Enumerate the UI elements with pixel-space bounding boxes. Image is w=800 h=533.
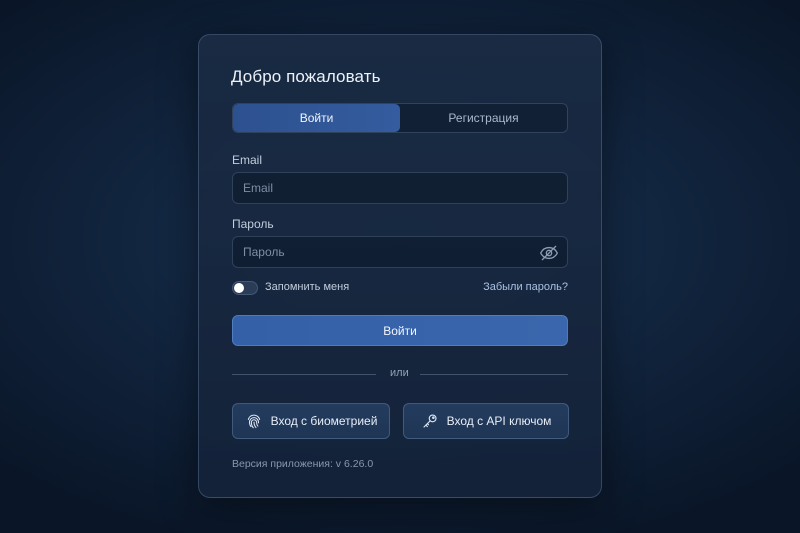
or-divider: или	[232, 367, 568, 381]
auth-tabs: Войти Регистрация	[232, 103, 568, 133]
remember-me-label: Запомнить меня	[265, 281, 350, 293]
card-title: Добро пожаловать	[231, 67, 381, 86]
divider-line-left	[232, 374, 376, 375]
forgot-password-link[interactable]: Забыли пароль?	[483, 281, 568, 293]
login-button-label: Войти	[383, 323, 417, 338]
toggle-knob	[234, 283, 244, 293]
api-key-login-label: Вход с API ключом	[446, 414, 552, 428]
tab-register-label: Регистрация	[448, 111, 519, 125]
email-field[interactable]	[233, 173, 567, 203]
password-label: Пароль	[232, 217, 274, 231]
tab-login-label: Войти	[299, 111, 334, 125]
fingerprint-icon	[247, 414, 260, 429]
email-label: Email	[232, 153, 263, 167]
key-icon	[423, 414, 437, 428]
divider-line-right	[420, 374, 568, 375]
remember-me-toggle[interactable]	[232, 281, 258, 295]
login-button[interactable]: Войти	[232, 315, 568, 346]
eye-off-icon[interactable]	[539, 243, 559, 263]
biometric-login-button[interactable]: Вход с биометрией	[232, 403, 390, 439]
tab-register[interactable]: Регистрация	[400, 104, 567, 132]
password-field[interactable]	[233, 237, 567, 267]
divider-label: или	[390, 367, 409, 379]
api-key-login-button[interactable]: Вход с API ключом	[403, 403, 569, 439]
tab-login[interactable]: Войти	[233, 104, 400, 132]
app-version: Версия приложения: v 6.26.0	[232, 458, 374, 470]
password-field-wrapper	[232, 236, 568, 268]
login-card: Добро пожаловать Войти Регистрация Email…	[198, 34, 602, 498]
email-field-wrapper	[232, 172, 568, 204]
biometric-login-label: Вход с биометрией	[270, 414, 378, 428]
